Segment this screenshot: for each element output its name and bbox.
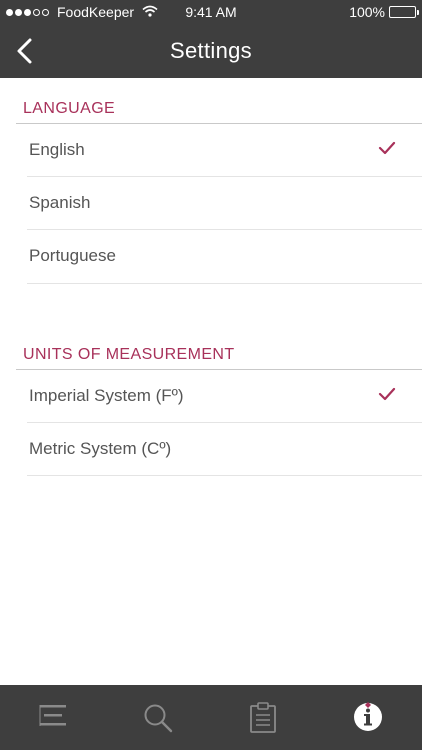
language-option-spanish[interactable]: Spanish [29, 177, 422, 230]
tab-list[interactable] [0, 685, 105, 750]
units-option-metric[interactable]: Metric System (Cº) [29, 423, 422, 476]
navigation-bar: Settings [0, 24, 422, 78]
option-label: Portuguese [29, 246, 116, 265]
status-bar: FoodKeeper 9:41 AM 100% [0, 0, 422, 24]
status-right: 100% [349, 4, 419, 20]
row-divider [27, 475, 422, 476]
battery-icon [389, 6, 419, 18]
tab-clipboard[interactable] [210, 685, 315, 750]
page-title: Settings [170, 38, 252, 63]
language-option-portuguese[interactable]: Portuguese [29, 230, 422, 283]
checkmark-icon [378, 141, 396, 155]
clipboard-icon [249, 702, 276, 733]
tab-search[interactable] [105, 685, 210, 750]
units-section-header: UNITS OF MEASUREMENT [23, 346, 235, 363]
language-option-english[interactable]: English [29, 124, 422, 177]
option-label: Imperial System (Fº) [29, 386, 184, 405]
battery-percent: 100% [349, 4, 385, 20]
row-divider [27, 283, 422, 284]
units-option-imperial[interactable]: Imperial System (Fº) [29, 370, 422, 423]
option-label: English [29, 140, 85, 159]
search-icon [144, 704, 172, 733]
active-tab-indicator [364, 702, 371, 708]
list-icon [39, 705, 66, 726]
option-label: Spanish [29, 193, 91, 212]
option-label: Metric System (Cº) [29, 439, 172, 458]
top-bar: FoodKeeper 9:41 AM 100% Settings [0, 0, 422, 78]
tab-bar [0, 685, 422, 750]
tab-info[interactable] [315, 685, 420, 750]
language-section-header: LANGUAGE [23, 100, 116, 117]
checkmark-icon [378, 387, 396, 401]
